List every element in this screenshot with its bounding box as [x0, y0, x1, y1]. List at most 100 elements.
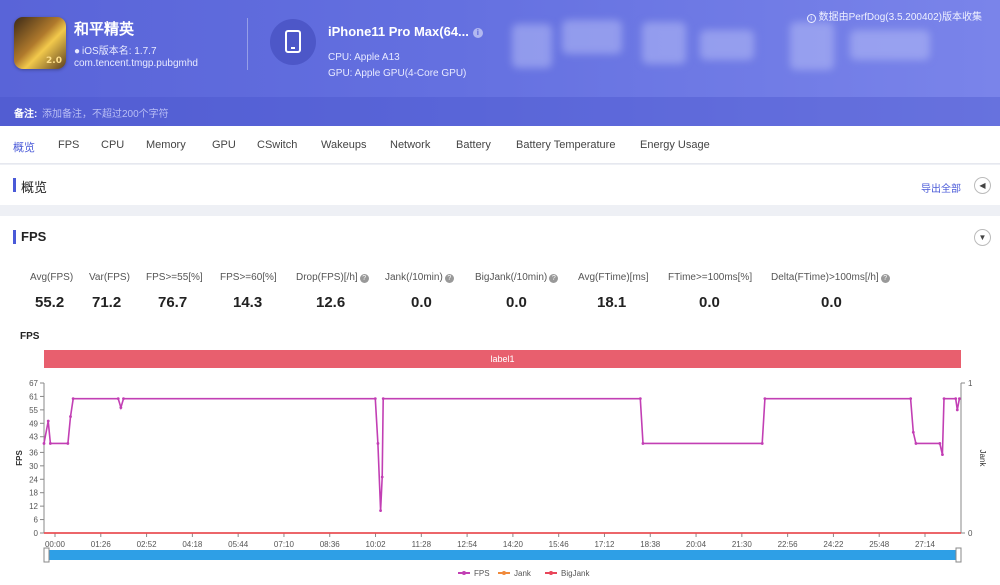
y-tick-label: 36 [29, 448, 38, 457]
fps-point [373, 397, 377, 401]
range-slider-bar[interactable] [44, 550, 961, 560]
stat-value: 0.0 [821, 294, 842, 311]
report-header: 2.0 和平精英 ● iOS版本名: 1.7.7 com.tencent.tmgp… [0, 0, 1000, 126]
legend-label[interactable]: Jank [514, 569, 532, 578]
fps-point [763, 397, 767, 401]
tab-battery[interactable]: Battery [456, 139, 491, 151]
legend-label[interactable]: BigJank [561, 569, 590, 578]
stat-value: 55.2 [35, 294, 65, 311]
note-label: 备注: [14, 109, 38, 120]
y2-axis-title: Jank [978, 450, 987, 468]
fps-point [380, 475, 384, 479]
y-tick-label: 30 [29, 462, 38, 471]
fps-point [116, 397, 120, 401]
y2-tick-label: 1 [968, 379, 973, 388]
x-tick-label: 02:52 [137, 540, 158, 549]
y-tick-label: 0 [34, 529, 39, 538]
blurred-user-info [642, 22, 686, 64]
note-input[interactable]: 添加备注，不超过200个字符 [42, 105, 169, 120]
app-icon: 2.0 [14, 17, 66, 69]
section-marker [13, 230, 16, 244]
range-slider-handle-left[interactable] [43, 547, 50, 563]
overview-section: 概览 导出全部 ◀ [0, 165, 1000, 205]
tab-battery-temperature[interactable]: Battery Temperature [516, 139, 615, 151]
stat-label: Jank(/10min)? [385, 272, 454, 283]
fps-point [66, 442, 70, 445]
legend-label[interactable]: FPS [474, 569, 490, 578]
stat-value: 12.6 [316, 294, 346, 311]
tab-network[interactable]: Network [390, 139, 430, 151]
tab-energy-usage[interactable]: Energy Usage [640, 139, 710, 151]
stat-label: FPS>=60[%] [220, 272, 277, 283]
tab-cpu[interactable]: CPU [101, 139, 124, 151]
app-version-text: iOS版本名: 1.7.7 [82, 46, 157, 57]
x-tick-label: 24:22 [823, 540, 844, 549]
x-tick-label: 22:56 [778, 540, 799, 549]
stat-label: Avg(FPS) [30, 272, 74, 283]
y-tick-label: 43 [29, 433, 38, 442]
fps-point [46, 419, 50, 423]
fps-point [942, 397, 946, 401]
blurred-user-info [790, 22, 834, 70]
tab-overview[interactable]: 概览 [13, 139, 35, 155]
collapse-down-icon[interactable]: ▼ [974, 229, 991, 246]
tab-cswitch[interactable]: CSwitch [257, 139, 297, 151]
stat-label: FTime>=100ms[%] [668, 272, 753, 283]
fps-point [641, 442, 645, 445]
app-icon-text: 2.0 [46, 56, 62, 66]
y-tick-label: 18 [29, 489, 38, 498]
note-bar: 备注: 添加备注，不超过200个字符 [0, 97, 1000, 126]
x-tick-label: 17:12 [594, 540, 615, 549]
fps-point [941, 453, 944, 457]
info-icon[interactable]: i [472, 28, 483, 38]
blurred-user-info [700, 30, 754, 60]
series-line-fps [43, 397, 961, 511]
fps-point [909, 397, 913, 401]
stat-label: BigJank(/10min)? [475, 272, 559, 283]
x-tick-label: 14:20 [503, 540, 524, 549]
fps-point [954, 397, 958, 401]
tab-fps[interactable]: FPS [58, 139, 79, 151]
tab-wakeups[interactable]: Wakeups [321, 139, 366, 151]
device-name: iPhone11 Pro Max(64... i [328, 24, 483, 39]
app-version: ● iOS版本名: 1.7.7 [74, 42, 157, 57]
label-band: label1 [44, 350, 961, 368]
collect-note-text: 数据由PerfDog(3.5.200402)版本收集 [818, 12, 982, 23]
y-tick-label: 61 [29, 392, 38, 401]
tablet-icon [270, 19, 316, 65]
tab-memory[interactable]: Memory [146, 139, 186, 151]
fps-point [48, 442, 52, 445]
legend-marker [502, 571, 506, 575]
fps-section: FPS ▼ Avg(FPS) Var(FPS) FPS>=55[%] FPS>=… [0, 216, 1000, 585]
fps-point [938, 442, 942, 445]
fps-chart[interactable]: 06121824303643495561670100:00 01:26 02:52 0… [0, 368, 1000, 585]
collapse-left-icon[interactable]: ◀ [974, 177, 991, 194]
x-tick-label: 05:44 [228, 540, 249, 549]
blurred-user-info [562, 20, 622, 54]
export-all-link[interactable]: 导出全部 [921, 180, 961, 195]
x-tick-label: 11:28 [412, 540, 432, 549]
x-tick-label: 04:18 [182, 540, 203, 549]
fps-point [376, 442, 380, 445]
range-slider-handle-right[interactable] [955, 547, 962, 563]
help-icon[interactable]: ? [549, 274, 559, 283]
stat-label-text: Drop(FPS)[/h] [296, 272, 358, 283]
y2-tick-label: 0 [968, 529, 973, 538]
fps-point [760, 442, 764, 445]
help-icon[interactable]: ? [444, 274, 454, 283]
x-tick-label: 18:38 [640, 540, 661, 549]
x-tick-label: 12:54 [457, 540, 478, 549]
stat-value: 18.1 [597, 294, 627, 311]
fps-point [911, 430, 915, 434]
y-axis-title: FPS [15, 450, 24, 466]
y-tick-label: 67 [29, 379, 38, 388]
help-icon[interactable]: ? [880, 274, 890, 283]
x-tick-label: 25:48 [869, 540, 890, 549]
help-icon[interactable]: ? [359, 274, 369, 283]
overview-title: 概览 [21, 180, 48, 195]
stat-value: 0.0 [506, 294, 527, 311]
tab-gpu[interactable]: GPU [212, 139, 236, 151]
stat-value: 76.7 [158, 294, 188, 311]
fps-point [958, 397, 961, 401]
y-tick-label: 49 [29, 419, 38, 428]
